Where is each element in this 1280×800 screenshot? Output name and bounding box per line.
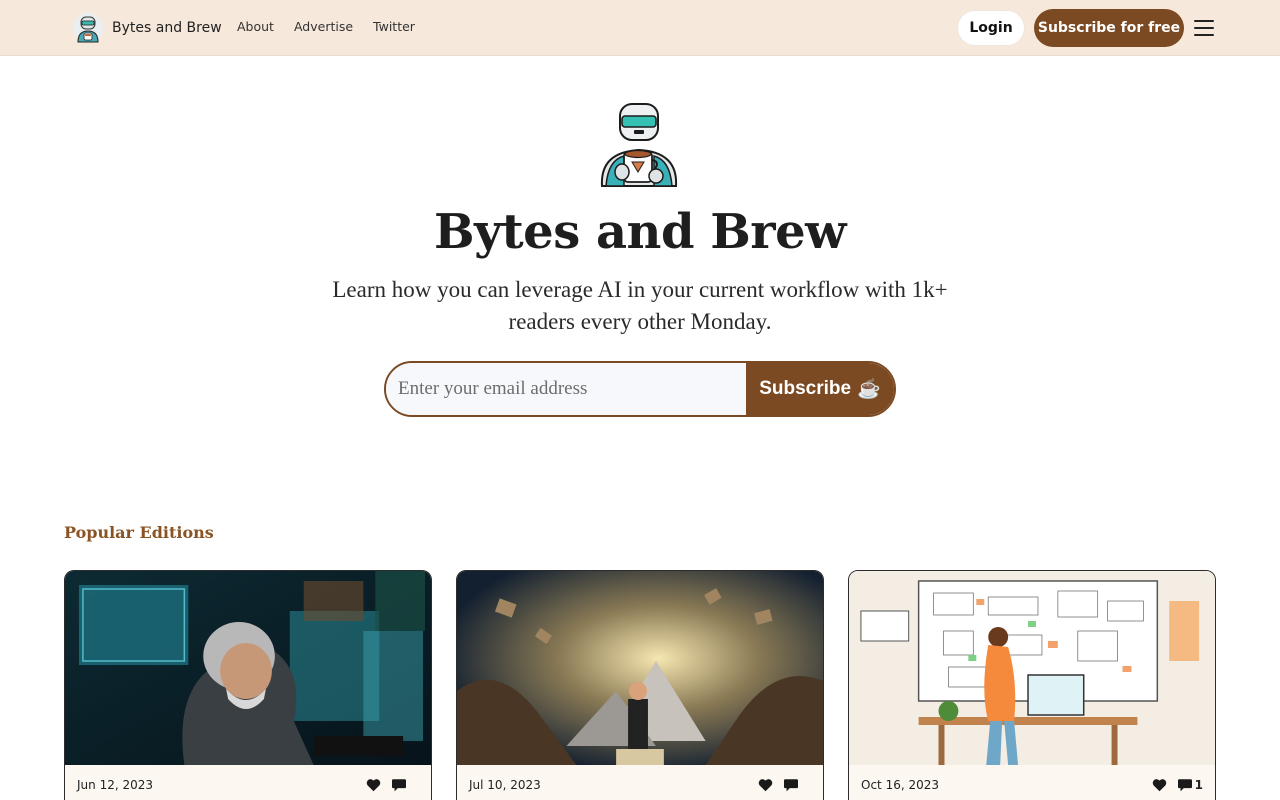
card-date: Jun 12, 2023 <box>77 778 154 792</box>
brand-link[interactable]: Bytes and Brew <box>72 12 222 44</box>
card-date: Oct 16, 2023 <box>861 778 939 792</box>
edition-image <box>457 571 823 765</box>
edition-card[interactable]: Jul 10, 2023 <box>456 570 824 800</box>
brand-name: Bytes and Brew <box>112 20 222 36</box>
top-navigation: Bytes and Brew About Advertise Twitter L… <box>0 0 1280 56</box>
card-meta: Jul 10, 2023 <box>457 765 823 800</box>
nav-link-about[interactable]: About <box>237 19 274 34</box>
card-date: Jul 10, 2023 <box>469 778 541 792</box>
comment-icon <box>1177 779 1192 792</box>
subscribe-button-label: Subscribe <box>759 378 852 399</box>
comment-icon[interactable] <box>783 778 799 792</box>
edition-card[interactable]: Oct 16, 2023 1 <box>848 570 1216 800</box>
coffee-icon: ☕ <box>857 379 881 400</box>
hero-title: Bytes and Brew <box>434 204 846 260</box>
robot-logo-icon <box>73 13 103 43</box>
comment-icon[interactable] <box>391 778 407 792</box>
robot-mascot-icon <box>600 103 678 187</box>
menu-icon[interactable] <box>1194 20 1214 36</box>
card-meta: Oct 16, 2023 1 <box>849 765 1215 800</box>
subscribe-free-button[interactable]: Subscribe for free <box>1034 9 1184 47</box>
nav-link-twitter[interactable]: Twitter <box>373 19 415 34</box>
comment-count: 1 <box>1194 778 1203 792</box>
nav-links: About Advertise Twitter <box>237 19 415 34</box>
popular-editions-heading: Popular Editions <box>64 523 214 542</box>
subscribe-form: Subscribe ☕ <box>384 361 896 417</box>
heart-icon[interactable] <box>1152 778 1167 792</box>
edition-card[interactable]: Jun 12, 2023 <box>64 570 432 800</box>
card-meta: Jun 12, 2023 <box>65 765 431 800</box>
subscribe-button[interactable]: Subscribe ☕ <box>746 363 894 415</box>
heart-icon[interactable] <box>366 778 381 792</box>
login-button[interactable]: Login <box>957 10 1025 46</box>
heart-icon[interactable] <box>758 778 773 792</box>
edition-image <box>849 571 1215 765</box>
nav-link-advertise[interactable]: Advertise <box>294 19 353 34</box>
email-input[interactable] <box>386 363 746 415</box>
edition-image <box>65 571 431 765</box>
hero-tagline: Learn how you can leverage AI in your cu… <box>332 277 948 334</box>
comment-button[interactable]: 1 <box>1177 778 1203 792</box>
